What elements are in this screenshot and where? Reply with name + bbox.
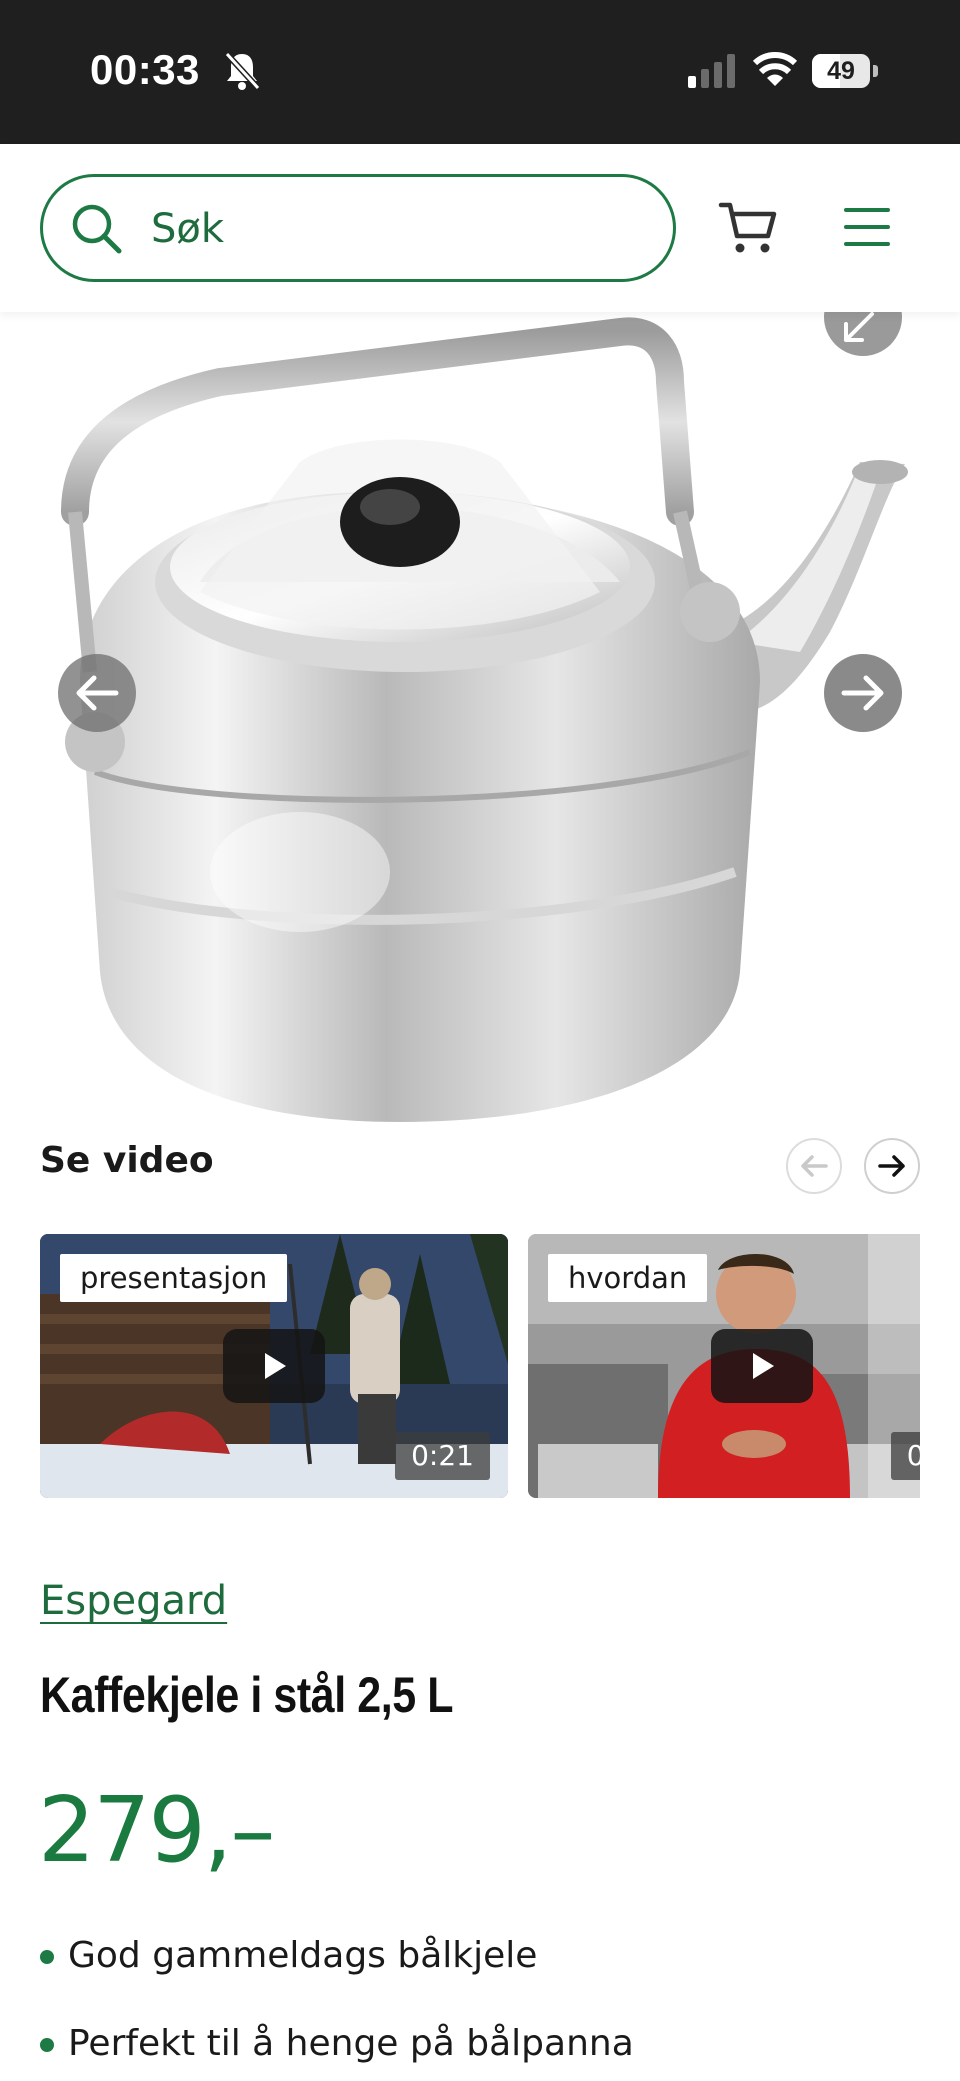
video-card[interactable]: presentasjon 0:21 <box>40 1234 508 1498</box>
feature-text: Perfekt til å henge på bålpanna <box>68 2023 634 2064</box>
play-icon <box>265 1353 286 1379</box>
play-icon <box>753 1353 774 1379</box>
bullet-dot-icon <box>40 2038 54 2052</box>
feature-item: God gammeldags bålkjele <box>40 1930 634 2018</box>
arrow-right-icon <box>841 675 884 711</box>
cart-icon[interactable] <box>718 200 778 256</box>
search-icon <box>72 204 122 254</box>
arrow-right-icon <box>878 1155 905 1177</box>
site-header: Søk <box>0 144 960 312</box>
bell-muted-icon <box>224 51 261 91</box>
battery-level: 49 <box>827 57 855 85</box>
expand-image-button[interactable] <box>824 312 902 356</box>
video-next-button[interactable] <box>864 1138 920 1194</box>
search-placeholder: Søk <box>151 206 225 252</box>
gallery-next-button[interactable] <box>824 654 902 732</box>
feature-text: God gammeldags bålkjele <box>68 1935 538 1976</box>
product-title: Kaffekjele i stål 2,5 L <box>40 1667 454 1723</box>
video-duration: 0: <box>890 1432 920 1480</box>
wifi-icon <box>752 52 798 86</box>
cellular-signal-icon <box>688 54 735 88</box>
arrow-left-icon <box>801 1155 828 1177</box>
battery-indicator: 49 <box>812 54 878 88</box>
search-input[interactable]: Søk <box>40 174 676 282</box>
product-price: 279,– <box>38 1778 275 1883</box>
gallery-prev-button[interactable] <box>58 654 136 732</box>
product-image-gallery[interactable] <box>0 312 960 1122</box>
video-duration: 0:21 <box>395 1432 490 1480</box>
video-section-title: Se video <box>40 1140 214 1181</box>
status-bar: 00:33 49 <box>0 0 960 144</box>
product-image-kettle <box>61 317 908 1122</box>
play-button[interactable] <box>711 1329 813 1403</box>
feature-list: God gammeldags bålkjele Perfekt til å he… <box>40 1930 634 2081</box>
expand-icon <box>844 312 874 342</box>
video-tag: presentasjon <box>60 1254 288 1302</box>
status-time: 00:33 <box>90 46 200 93</box>
brand-link[interactable]: Espegard <box>40 1578 227 1624</box>
menu-icon[interactable] <box>844 206 890 248</box>
bullet-dot-icon <box>40 1950 54 1964</box>
video-prev-button[interactable] <box>786 1138 842 1194</box>
feature-item: Perfekt til å henge på bålpanna <box>40 2018 634 2081</box>
arrow-left-icon <box>76 675 119 711</box>
video-tag: hvordan <box>548 1254 708 1302</box>
video-card[interactable]: hvordan 0: <box>528 1234 920 1498</box>
play-button[interactable] <box>223 1329 325 1403</box>
